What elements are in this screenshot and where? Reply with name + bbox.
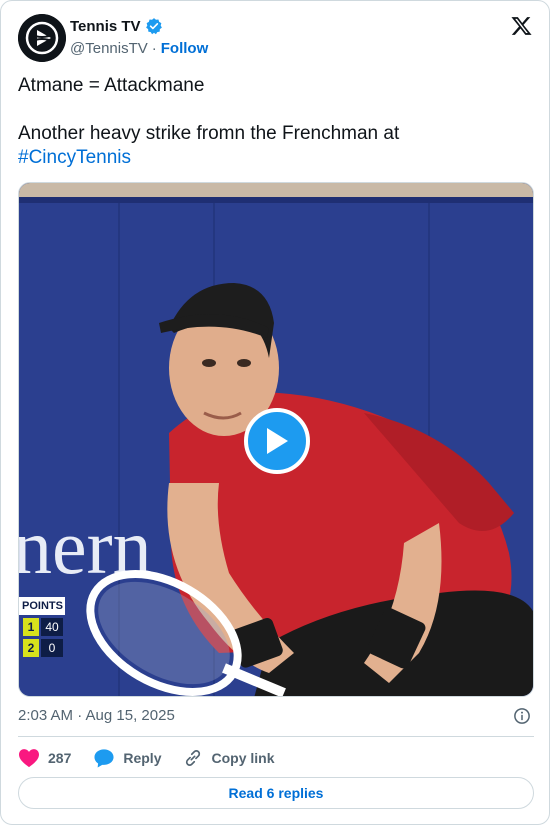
- hashtag-link[interactable]: #CincyTennis: [18, 147, 131, 168]
- read-replies-button[interactable]: Read 6 replies: [18, 777, 534, 809]
- heart-icon: [19, 749, 39, 768]
- tennis-tv-logo-icon: [18, 14, 66, 62]
- follow-button[interactable]: Follow: [161, 40, 209, 57]
- verified-badge-icon: [145, 18, 162, 35]
- author-name-row: Tennis TV: [70, 17, 163, 35]
- tweet-card: Tennis TV @TennisTV · Follow Atmane = At…: [0, 0, 550, 825]
- author-handle-row: @TennisTV · Follow: [70, 40, 208, 57]
- play-button[interactable]: [244, 408, 310, 474]
- action-bar: 287 Reply Copy link: [18, 745, 297, 771]
- video-player[interactable]: nern POINTS 1 40 2 0: [18, 182, 534, 697]
- tweet-line-1: Atmane = Attackmane: [18, 75, 205, 96]
- author-handle[interactable]: @TennisTV: [70, 40, 148, 57]
- author-avatar[interactable]: [18, 14, 66, 62]
- divider: [18, 736, 534, 737]
- copy-link-label: Copy link: [211, 750, 275, 766]
- tweet-timestamp[interactable]: 2:03 AM · Aug 15, 2025: [18, 707, 175, 724]
- scoreboard-title: POINTS: [19, 597, 65, 615]
- info-icon[interactable]: [513, 707, 531, 725]
- scoreboard-player-seed: 1: [23, 618, 39, 636]
- reply-button[interactable]: Reply: [93, 748, 161, 768]
- like-button[interactable]: 287: [18, 748, 71, 768]
- reply-label: Reply: [123, 750, 162, 766]
- play-icon: [267, 428, 288, 454]
- x-logo-icon[interactable]: [510, 15, 533, 37]
- tweet-line-2: Another heavy strike fromn the Frenchman…: [18, 123, 400, 144]
- copy-link-button[interactable]: Copy link: [183, 748, 275, 768]
- scoreboard-row: 1 40: [19, 617, 65, 637]
- reply-bubble-icon: [94, 749, 114, 768]
- scoreboard-points: 40: [41, 618, 63, 636]
- handle-separator: ·: [151, 40, 157, 57]
- tweet-text: Atmane = Attackmane Another heavy strike…: [18, 74, 534, 170]
- scoreboard-player-seed: 2: [23, 639, 39, 657]
- scoreboard-points: 0: [41, 639, 63, 657]
- like-count: 287: [48, 750, 72, 766]
- author-display-name[interactable]: Tennis TV: [70, 18, 141, 35]
- link-icon: [186, 750, 201, 766]
- scoreboard-row: 2 0: [19, 638, 65, 658]
